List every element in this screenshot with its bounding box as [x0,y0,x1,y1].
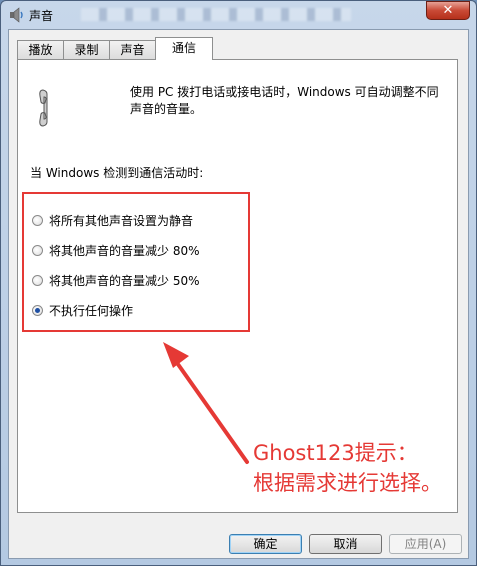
radio-button-selected[interactable] [32,304,43,316]
option-reduce-80[interactable]: 将其他声音的音量减少 80% [32,242,200,258]
option-label: 将所有其他声音设置为静音 [49,213,194,228]
annotation-line-1: Ghost123提示： [253,441,418,465]
tab-recording[interactable]: 录制 [63,40,110,59]
tab-communications[interactable]: 通信 [155,37,213,60]
option-reduce-50[interactable]: 将其他声音的音量减少 50% [32,272,200,288]
tab-sounds[interactable]: 声音 [109,40,156,59]
option-do-nothing[interactable]: 不执行任何操作 [32,302,133,318]
sound-dialog: 声音 ✕ 播放 录制 声音 通信 使用 PC 拨打电话或接电话时，Windows… [0,0,477,566]
radio-button[interactable] [32,214,43,226]
blurred-background [81,8,351,21]
option-label: 不执行任何操作 [49,303,134,318]
option-label: 将其他声音的音量减少 50% [49,273,200,288]
radio-button[interactable] [32,244,43,256]
option-mute-all[interactable]: 将所有其他声音设置为静音 [32,212,193,228]
group-label: 当 Windows 检测到通信活动时: [30,166,204,180]
arrow-annotation [163,342,249,464]
tab-playback[interactable]: 播放 [17,40,64,59]
ok-button[interactable]: 确定 [229,534,302,554]
annotation-line-2: 根据需求进行选择。 [253,471,442,495]
option-label: 将其他声音的音量减少 80% [49,243,200,258]
annotation-text: Ghost123提示： 根据需求进行选择。 [253,438,442,498]
close-button[interactable]: ✕ [426,1,470,20]
radio-button[interactable] [32,274,43,286]
dialog-client: 播放 录制 声音 通信 使用 PC 拨打电话或接电话时，Windows 可自动调… [8,29,469,559]
description-text: 使用 PC 拨打电话或接电话时，Windows 可自动调整不同声音的音量。 [130,85,439,116]
speaker-icon [10,7,23,23]
window-title: 声音 [29,9,54,23]
phone-handset-icon [39,89,48,127]
title-bar[interactable]: 声音 ✕ [1,1,476,29]
cancel-button[interactable]: 取消 [309,534,382,554]
apply-button[interactable]: 应用(A) [389,534,462,554]
